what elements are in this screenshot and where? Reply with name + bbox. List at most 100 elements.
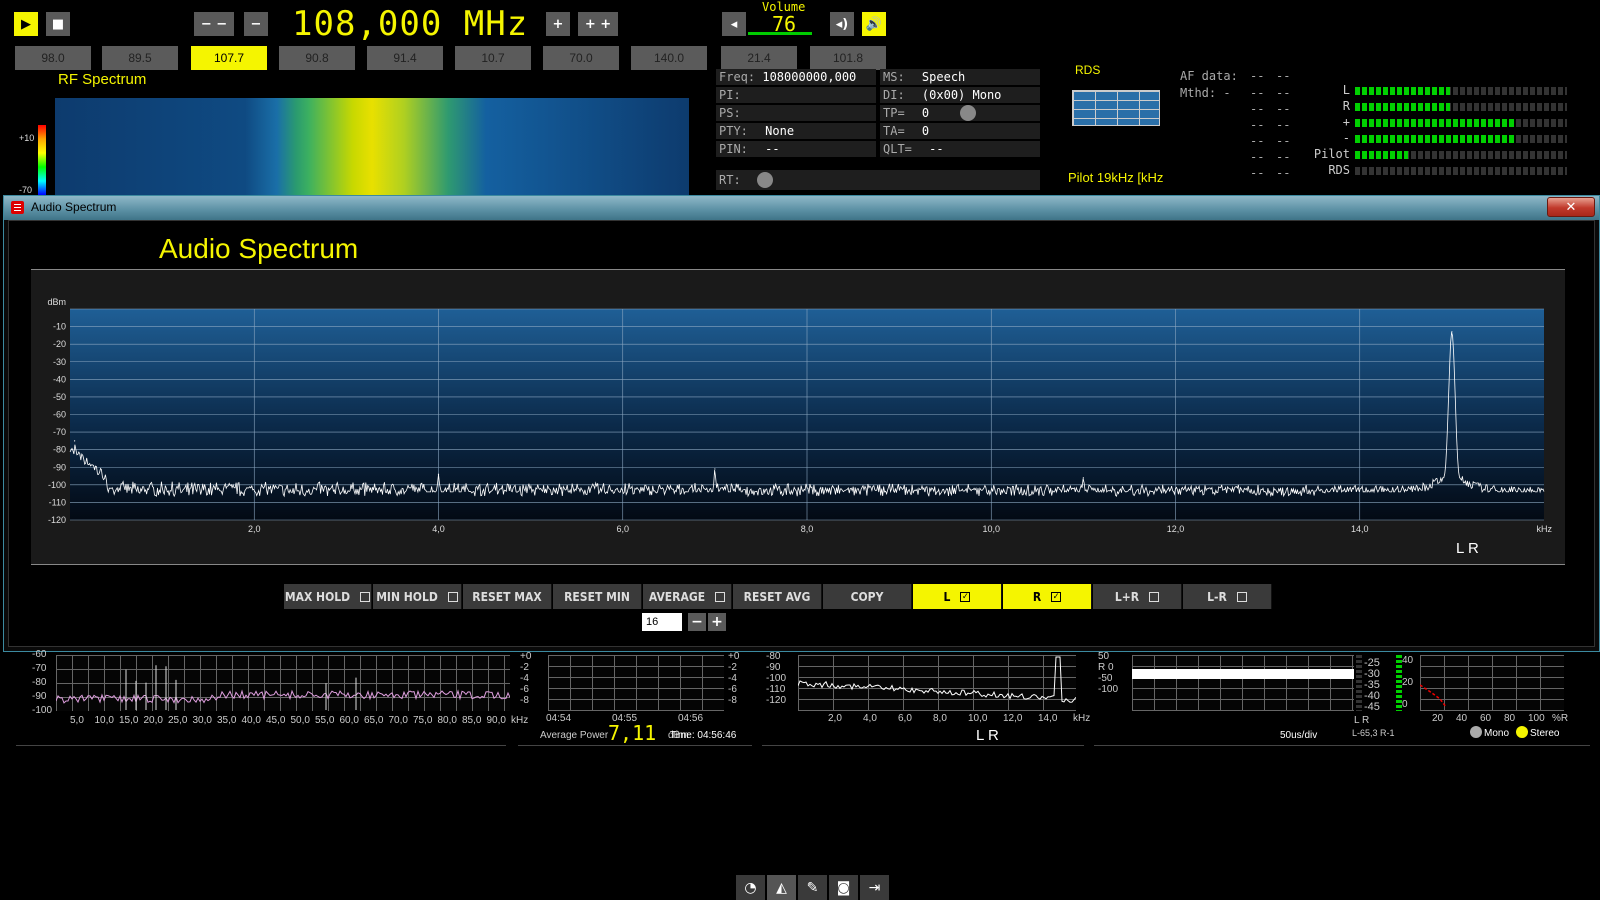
control-label: RESET MAX [472, 589, 542, 604]
tune-up-fast-button[interactable]: + + [578, 12, 618, 36]
speaker-icon: 🔊 [865, 16, 883, 32]
stereo-x-tick: 40 [1456, 713, 1468, 724]
l-r-button[interactable]: L-R [1183, 584, 1272, 609]
mpx-y-tick: -100 [32, 705, 53, 716]
tune-down-button[interactable]: − [244, 12, 268, 36]
rt-label: RT: [719, 173, 741, 187]
preset-button[interactable]: 98.0 [15, 46, 91, 70]
checkbox-checked-icon[interactable]: ✓ [1051, 591, 1062, 602]
y-tick-label: -100 [48, 480, 66, 490]
tune-up-button[interactable]: + [546, 12, 570, 36]
preset-button[interactable]: 89.5 [102, 46, 178, 70]
max-hold-button[interactable]: MAX HOLD [284, 584, 372, 609]
volume-up-button[interactable]: ◂) [830, 12, 854, 36]
average-count-input[interactable]: 16 [642, 613, 682, 631]
dock-dashboard-button[interactable]: ◔ [736, 875, 766, 900]
min-hold-button[interactable]: MIN HOLD [373, 584, 462, 609]
stereo-x-tick: 60 [1480, 713, 1492, 724]
l-r-button[interactable]: L+R [1093, 584, 1182, 609]
dock-screenshot-button[interactable]: ◙ [829, 875, 859, 900]
oscilloscope-tick: R 0 [1098, 662, 1114, 673]
meter-fill [1355, 87, 1450, 95]
mpx-x-tick: 25,0 [168, 715, 188, 726]
mini-spectrum-trace [798, 656, 1076, 703]
checkbox-checked-icon[interactable]: ✓ [960, 591, 971, 602]
rds-block-grid [1072, 90, 1160, 126]
stop-button[interactable]: ■ [46, 12, 70, 36]
spectrum-peak-point [1451, 331, 1453, 333]
preset-button[interactable]: 70.0 [543, 46, 619, 70]
average-decrement-button[interactable]: − [688, 613, 706, 631]
reset-min-button[interactable]: RESET MIN [553, 584, 642, 609]
stereo-x-tick: 20 [1432, 713, 1444, 724]
checkbox-icon[interactable] [447, 591, 458, 602]
y-tick-label: -60 [53, 410, 66, 420]
reset-avg-button[interactable]: RESET AVG [733, 584, 822, 609]
mpx-trace-line [56, 689, 510, 704]
preset-button[interactable]: 90.8 [279, 46, 355, 70]
af-dash: -- [1276, 102, 1291, 116]
mini-y-tick: -120 [766, 695, 787, 706]
app-menu-icon[interactable] [11, 201, 24, 214]
dialog-titlebar[interactable]: Audio Spectrum ✕ [4, 196, 1599, 220]
preset-button[interactable]: 101.8 [810, 46, 886, 70]
rds-grid-label: RDS [1075, 63, 1101, 77]
dock-settings-button[interactable]: ✎ [798, 875, 828, 900]
volume-slider[interactable] [748, 32, 812, 35]
meter-label: R [1342, 99, 1350, 113]
mini-x-tick: 4,0 [863, 713, 877, 724]
af-dash: -- [1276, 69, 1291, 83]
checkbox-icon[interactable] [1149, 591, 1160, 602]
mono-indicator-icon [1470, 726, 1482, 738]
checkbox-icon[interactable] [715, 591, 726, 602]
play-icon: ▶ [21, 16, 31, 32]
stereo-x-tick: %R [1552, 713, 1569, 724]
af-dash: -- [1250, 69, 1265, 83]
x-axis-label: kHz [1537, 524, 1553, 534]
preset-button[interactable]: 21.4 [721, 46, 797, 70]
average-button[interactable]: AVERAGE [643, 584, 732, 609]
stereo-panel: Mono Stereo 40 20 0 20 40 60 80 100 %R [1400, 655, 1590, 746]
chevron-left-icon: ◂ [730, 16, 738, 32]
preset-button[interactable]: 91.4 [367, 46, 443, 70]
close-button[interactable]: ✕ [1547, 197, 1595, 217]
mono-label: Mono [1484, 728, 1510, 739]
y-tick-label: -40 [53, 374, 66, 384]
x-tick-label: 14,0 [1351, 524, 1369, 534]
mpx-x-tick: 40,0 [241, 715, 261, 726]
power-right-tick: -2 [728, 662, 737, 673]
checkbox-icon[interactable] [1236, 591, 1247, 602]
mini-x-tick: kHz [1073, 713, 1091, 724]
meter-label: L [1342, 83, 1350, 97]
r-button[interactable]: R ✓ [1003, 584, 1092, 609]
mini-channel-label: L R [976, 727, 999, 744]
average-increment-button[interactable]: + [708, 613, 726, 631]
preset-button[interactable]: 140.0 [631, 46, 707, 70]
checkbox-icon[interactable] [360, 591, 371, 602]
meter-track [1355, 167, 1567, 175]
oscilloscope-grid [1132, 655, 1354, 711]
y-tick-label: -30 [53, 357, 66, 367]
rt-indicator-icon [757, 172, 773, 188]
mpx-spectrum-panel: -60 -70 -80 -90 -100 5,0 10,0 15,0 20,0 25,0 30,0 3… [16, 649, 528, 746]
stereo-y-tick: 40 [1402, 655, 1414, 666]
preset-button[interactable]: 10.7 [455, 46, 531, 70]
volume-down-button[interactable]: ◂ [722, 12, 746, 36]
dialog-title: Audio Spectrum [31, 200, 117, 214]
dock-spectrum-button[interactable]: ◭ [767, 875, 797, 900]
preset-button-active[interactable]: 107.7 [191, 46, 267, 70]
mpx-x-tick: 60,0 [339, 715, 359, 726]
play-button[interactable]: ▶ [14, 12, 38, 36]
reset-max-button[interactable]: RESET MAX [463, 584, 552, 609]
af-dash: -- [1276, 150, 1291, 164]
tune-down-fast-button[interactable]: − − [194, 12, 234, 36]
dock-exit-button[interactable]: ⇥ [860, 875, 890, 900]
power-right-tick: -6 [728, 684, 737, 695]
copy-button[interactable]: COPY [823, 584, 912, 609]
mpx-x-tick: 45,0 [266, 715, 286, 726]
l-button[interactable]: L ✓ [913, 584, 1002, 609]
mpx-x-tick: 50,0 [290, 715, 310, 726]
power-left-tick: -4 [520, 673, 529, 684]
mpx-x-tick: 10,0 [94, 715, 114, 726]
mute-button[interactable]: 🔊 [862, 12, 886, 36]
